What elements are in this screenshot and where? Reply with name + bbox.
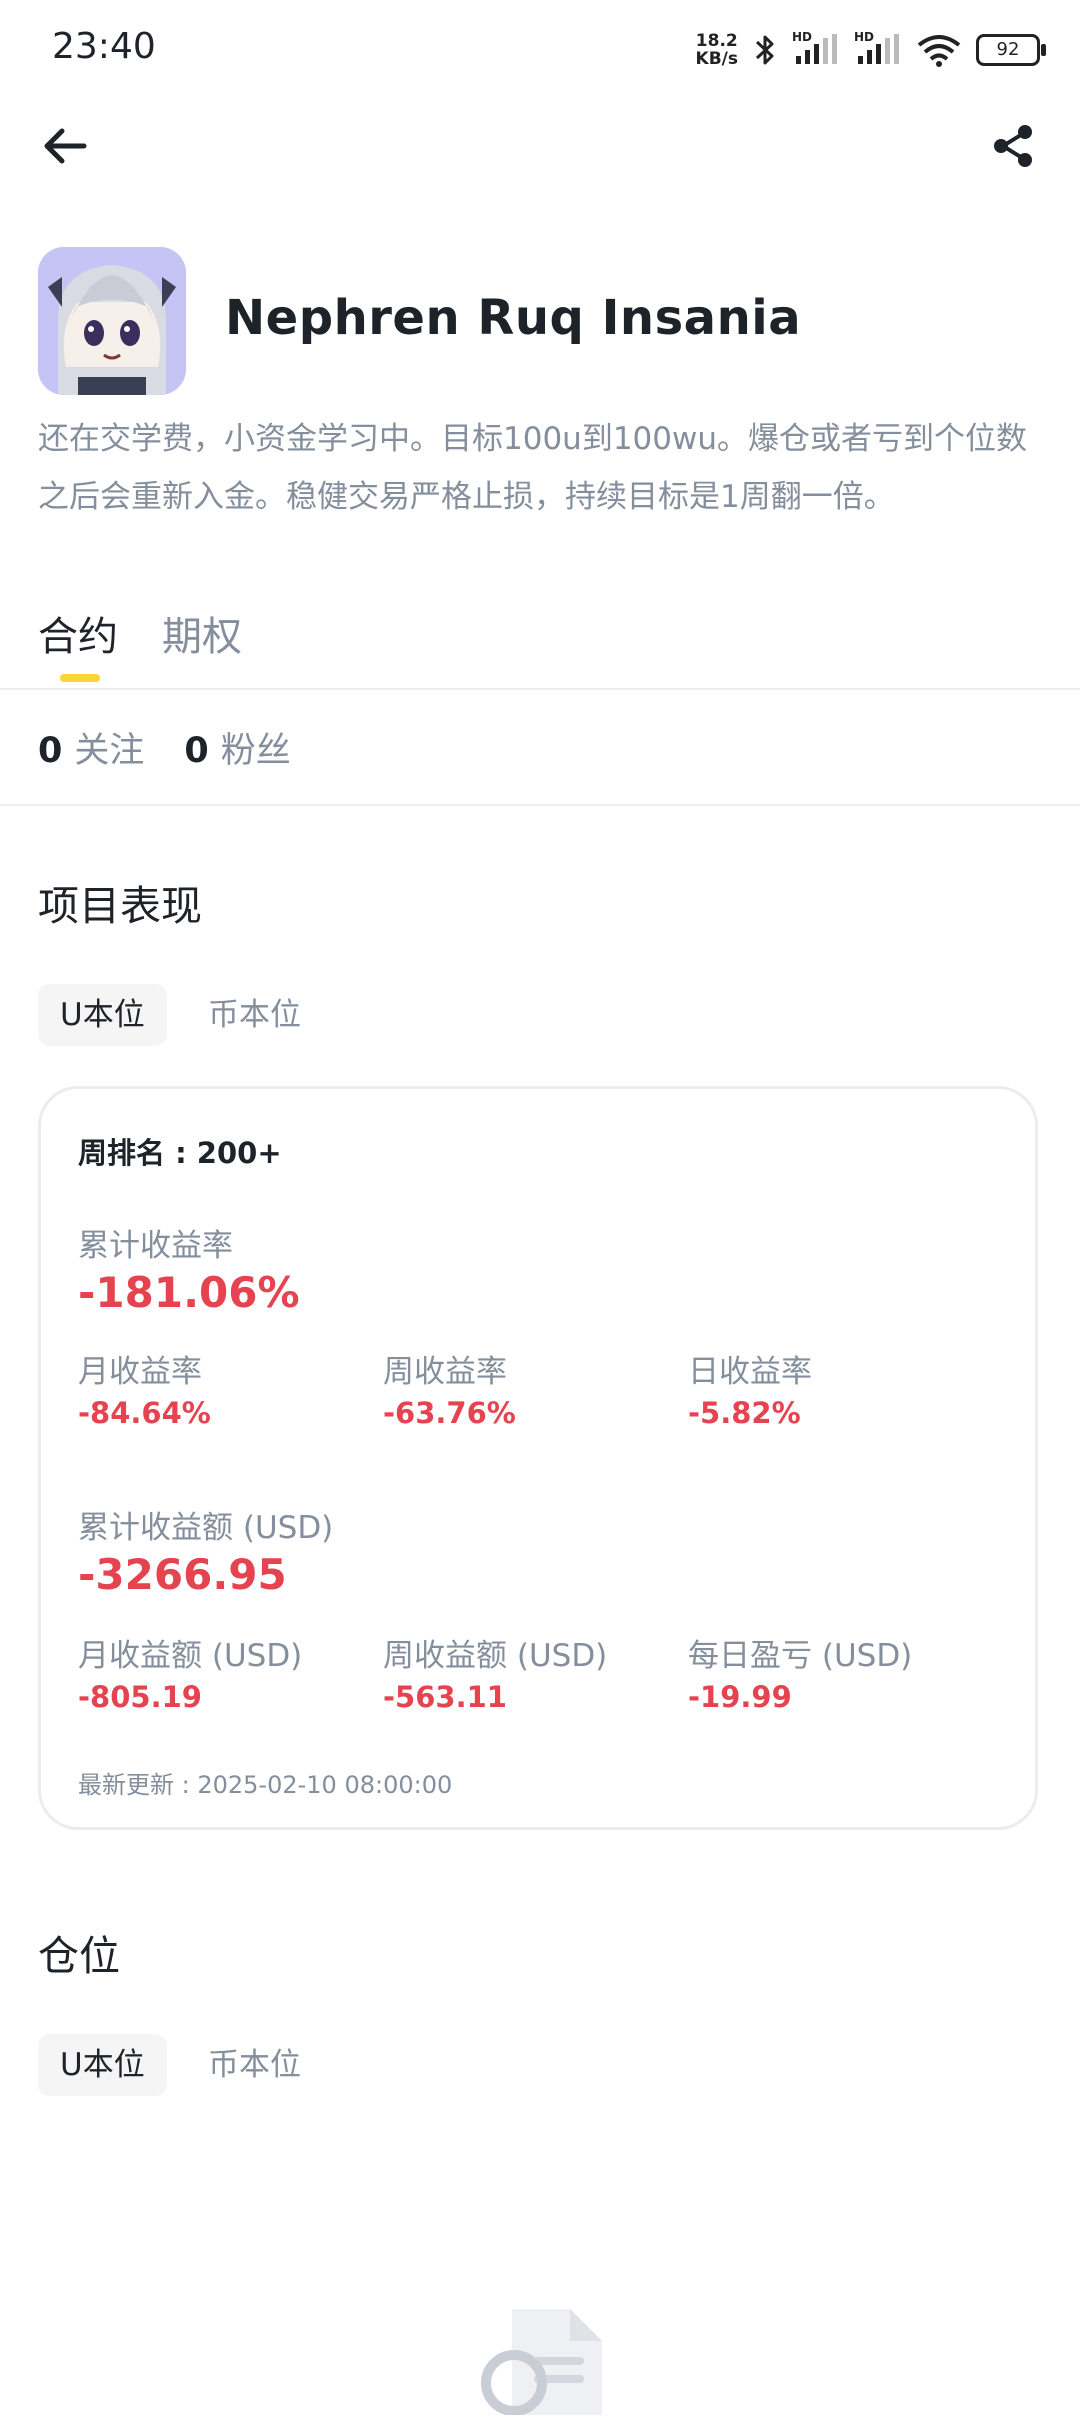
- followers-label[interactable]: 粉丝: [221, 722, 291, 773]
- followers-count[interactable]: 0: [184, 731, 208, 771]
- avatar[interactable]: [38, 247, 186, 395]
- weekly-amount-value: -563.11: [383, 1680, 507, 1714]
- net-speed-unit: KB/s: [695, 49, 738, 69]
- status-icons: 18.2 KB/s HD HD 92: [696, 26, 1046, 74]
- net-speed: 18.2 KB/s: [696, 32, 738, 68]
- monthly-rate-value: -84.64%: [78, 1396, 211, 1430]
- cumulative-rate-value: -181.06%: [78, 1268, 300, 1317]
- signal2-label: HD: [854, 30, 875, 44]
- monthly-amount-label: 月收益额 (USD): [78, 1638, 303, 1674]
- bluetooth-icon: [755, 35, 774, 65]
- positions-title: 仓位: [38, 1932, 120, 1980]
- active-tab-indicator: [60, 674, 100, 682]
- net-speed-value: 18.2: [695, 31, 738, 51]
- cumulative-rate-label: 累计收益率: [78, 1228, 233, 1264]
- cell-signal-2-icon: HD: [854, 30, 902, 68]
- monthly-amount-value: -805.19: [78, 1680, 202, 1714]
- weekly-amount-label: 周收益额 (USD): [383, 1638, 608, 1674]
- signal1-label: HD: [792, 30, 813, 44]
- last-updated: 最新更新 : 2025-02-10 08:00:00: [78, 1771, 453, 1799]
- daily-pnl-label: 每日盈亏 (USD): [688, 1638, 913, 1674]
- share-icon: [994, 125, 1032, 167]
- weekly-rank: 周排名 : 200+: [78, 1136, 282, 1170]
- performance-card: [38, 1086, 1038, 1830]
- performance-seg-coin[interactable]: 币本位: [186, 984, 323, 1046]
- empty-state-icon: [478, 2305, 604, 2416]
- status-time: 23:40: [52, 26, 156, 67]
- following-count[interactable]: 0: [38, 731, 62, 771]
- back-button[interactable]: [38, 118, 94, 174]
- battery-icon: 92: [976, 34, 1046, 66]
- performance-title: 项目表现: [38, 882, 202, 930]
- positions-seg-usdt[interactable]: U本位: [38, 2034, 167, 2096]
- following-label[interactable]: 关注: [74, 722, 144, 773]
- performance-seg-usdt[interactable]: U本位: [38, 984, 167, 1046]
- cumulative-amount-value: -3266.95: [78, 1550, 287, 1599]
- follow-stats: 0 关注 0 粉丝: [38, 722, 331, 773]
- daily-rate-value: -5.82%: [688, 1396, 801, 1430]
- monthly-rate-label: 月收益率: [78, 1354, 202, 1390]
- share-button[interactable]: [986, 118, 1042, 174]
- follow-divider: [0, 804, 1080, 806]
- tab-futures[interactable]: 合约: [38, 604, 118, 662]
- anime-girl-avatar-icon: [38, 247, 186, 395]
- positions-seg-coin[interactable]: 币本位: [186, 2034, 323, 2096]
- tabs-divider: [0, 688, 1080, 690]
- daily-rate-label: 日收益率: [688, 1354, 812, 1390]
- weekly-rate-label: 周收益率: [383, 1354, 507, 1390]
- daily-pnl-value: -19.99: [688, 1680, 792, 1714]
- bio-text: 还在交学费，小资金学习中。目标100u到100wu。爆仓或者亏到个位数之后会重新…: [38, 421, 1027, 515]
- username: Nephren Ruq Insania: [225, 290, 802, 346]
- cumulative-amount-label: 累计收益额 (USD): [78, 1510, 334, 1546]
- wifi-icon: [917, 35, 961, 67]
- tab-options[interactable]: 期权: [162, 604, 242, 662]
- cell-signal-1-icon: HD: [792, 30, 840, 68]
- back-arrow-icon: [44, 128, 87, 164]
- weekly-rate-value: -63.76%: [383, 1396, 516, 1430]
